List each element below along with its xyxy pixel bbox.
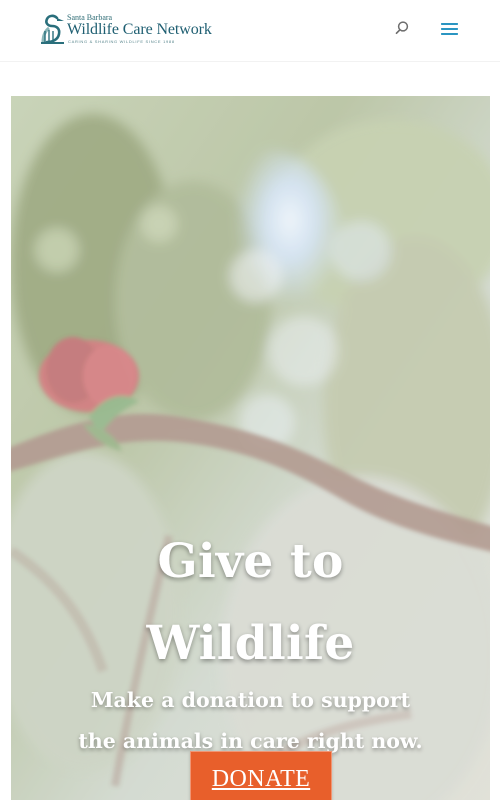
- logo-tagline: caring & sharing wildlife since 1988: [68, 39, 175, 44]
- search-button[interactable]: [392, 18, 412, 38]
- heron-logo-icon: [41, 14, 64, 44]
- search-icon: [395, 21, 409, 35]
- menu-icon: [441, 23, 458, 35]
- hero-subtitle-line-1: Make a donation to support: [90, 687, 411, 712]
- site-header: Santa Barbara Wildlife Care Network cari…: [0, 0, 500, 61]
- menu-button[interactable]: [438, 17, 462, 41]
- hero-heading: Give to Wildlife: [11, 521, 490, 685]
- hero-heading-line-2: Wildlife: [146, 616, 355, 672]
- donation-hero: Give to Wildlife Make a donation to supp…: [11, 96, 490, 800]
- hero-subtitle: Make a donation to support the animals i…: [11, 680, 490, 762]
- donation-page: Santa Barbara Wildlife Care Network cari…: [0, 0, 500, 800]
- site-logo[interactable]: Santa Barbara Wildlife Care Network cari…: [39, 12, 214, 48]
- donate-button[interactable]: DONATE: [190, 751, 332, 800]
- logo-title: Wildlife Care Network: [67, 21, 212, 38]
- hero-heading-line-1: Give to: [157, 534, 344, 590]
